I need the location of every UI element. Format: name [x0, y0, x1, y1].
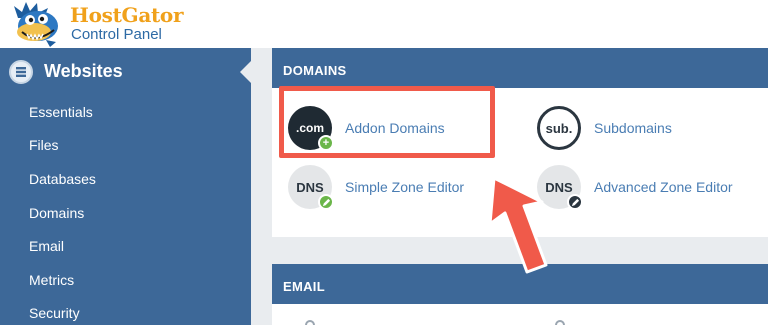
hostgator-mascot-logo [10, 0, 66, 48]
sidebar-item-databases[interactable]: Databases [29, 171, 96, 187]
subdomains-tool[interactable]: sub. Subdomains [537, 106, 737, 156]
sidebar-item-security[interactable]: Security [29, 305, 80, 321]
subdomains-label: Subdomains [594, 120, 672, 136]
advanced-zone-editor-label: Advanced Zone Editor [594, 179, 733, 195]
active-caret-icon [240, 61, 251, 83]
sidebar-item-email[interactable]: Email [29, 238, 64, 254]
sub-icon-text: sub. [545, 120, 573, 136]
sidebar-item-domains[interactable]: Domains [29, 205, 84, 221]
highlight-box-annotation [279, 86, 495, 158]
dns-icon-text: DNS [296, 179, 324, 195]
advanced-zone-editor-tool[interactable]: DNS Advanced Zone Editor [537, 165, 767, 215]
sidebar-section-title: Websites [44, 61, 123, 81]
brand-subtitle: Control Panel [71, 26, 162, 43]
sub-icon: sub. [537, 106, 581, 150]
sidebar: Websites Essentials Files Databases Doma… [0, 48, 251, 325]
pencil-badge-icon [318, 194, 334, 210]
domains-panel-title: DOMAINS [272, 48, 768, 88]
simple-zone-editor-label: Simple Zone Editor [345, 179, 465, 195]
sidebar-item-essentials[interactable]: Essentials [29, 104, 93, 120]
brand-name: HostGator [70, 3, 184, 27]
pencil-badge-icon [567, 194, 583, 210]
email-tool-icon [305, 320, 315, 325]
server-icon [9, 60, 33, 84]
arrow-annotation-icon [488, 176, 548, 274]
sidebar-item-metrics[interactable]: Metrics [29, 272, 74, 288]
simple-zone-editor-tool[interactable]: DNS Simple Zone Editor [288, 165, 518, 215]
email-tool-icon [555, 320, 565, 325]
sidebar-item-files[interactable]: Files [29, 137, 59, 153]
sidebar-section-websites[interactable]: Websites [0, 48, 251, 96]
header: HostGator Control Panel [0, 0, 768, 48]
